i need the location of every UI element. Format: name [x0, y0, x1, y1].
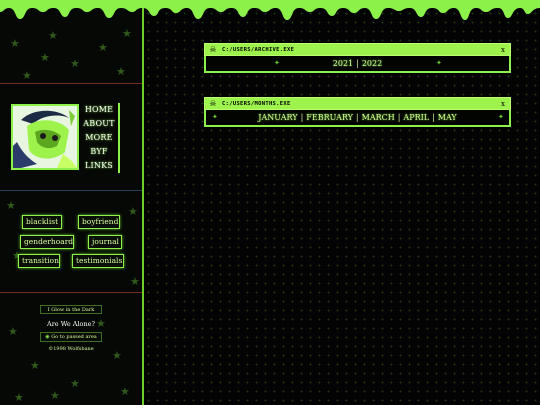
- star-icon: ★: [22, 69, 32, 82]
- avatar-illustration: [13, 106, 77, 168]
- sparkle-icon: ✦: [274, 59, 280, 67]
- copyright-text: ©1998 Wolfsbane: [48, 346, 94, 352]
- skull-icon: ☠: [209, 44, 217, 54]
- sidebar: ★ ★ ★ ★ ★ ★ ★ ★ ★ ★ ★ ★ ★ ★ ★ ★ ★ ★ ★ ★: [0, 0, 144, 405]
- star-icon: ★: [98, 41, 108, 54]
- window-body: ✦ ✦ 2021 | 2022: [204, 56, 511, 73]
- star-icon: ★: [48, 29, 58, 42]
- star-icon: ★: [8, 325, 18, 338]
- passed-area-badge[interactable]: ◉ Go to passed area: [40, 332, 102, 342]
- nav-links[interactable]: LINKS: [80, 159, 120, 173]
- window-titlebar[interactable]: ☠ C:/USERS/ARCHIVE.EXE x: [204, 43, 511, 56]
- year-link-2022[interactable]: 2022: [362, 59, 382, 68]
- window-title: C:/USERS/MONTHS.EXE: [222, 100, 291, 107]
- star-icon: ★: [14, 391, 24, 404]
- star-icon: ★: [120, 385, 130, 398]
- star-icon: ★: [6, 199, 16, 212]
- divider: [0, 83, 142, 84]
- tag-journal[interactable]: journal: [88, 235, 122, 249]
- nav-about[interactable]: ABOUT: [80, 117, 120, 131]
- nav-byf[interactable]: BYF: [80, 145, 120, 159]
- sparkle-icon: ✦: [436, 59, 442, 67]
- tag-genderhoard[interactable]: genderhoard: [20, 235, 74, 249]
- year-link-2021[interactable]: 2021: [333, 59, 353, 68]
- separator: |: [356, 59, 359, 68]
- divider: [0, 292, 142, 293]
- star-icon: ★: [130, 275, 140, 288]
- tag-transition[interactable]: transition: [18, 254, 60, 268]
- close-button[interactable]: x: [499, 46, 507, 54]
- month-link-march[interactable]: MARCH: [362, 113, 395, 122]
- tag-testimonials[interactable]: testimonials: [72, 254, 124, 268]
- are-we-alone-text: Are We Alone?: [47, 320, 95, 328]
- glow-badge[interactable]: I Glow in the Dark: [40, 305, 102, 314]
- month-link-january[interactable]: JANUARY: [258, 113, 297, 122]
- month-link-may[interactable]: MAY: [438, 113, 457, 122]
- separator: |: [432, 113, 435, 122]
- window-titlebar[interactable]: ☠ C:/USERS/MONTHS.EXE x: [204, 97, 511, 110]
- star-icon: ★: [40, 51, 50, 64]
- star-icon: ★: [70, 377, 80, 390]
- star-icon: ★: [116, 65, 126, 78]
- sparkle-icon: ✦: [498, 113, 504, 121]
- separator: |: [397, 113, 401, 122]
- tag-boyfriend[interactable]: boyfriend: [78, 215, 120, 229]
- archive-window: ☠ C:/USERS/ARCHIVE.EXE x ✦ ✦ 2021 | 2022: [204, 43, 511, 73]
- star-icon: ★: [122, 27, 132, 40]
- nav-home[interactable]: HOME: [80, 103, 120, 117]
- window-body: ✦ ✦ JANUARY | FEBRUARY | MARCH | APRIL |…: [204, 110, 511, 127]
- months-window: ☠ C:/USERS/MONTHS.EXE x ✦ ✦ JANUARY | FE…: [204, 97, 511, 127]
- main-nav: HOME ABOUT MORE BYF LINKS: [80, 103, 120, 173]
- nav-more[interactable]: MORE: [80, 131, 120, 145]
- separator: |: [355, 113, 359, 122]
- divider: [0, 190, 142, 191]
- star-icon: ★: [128, 205, 138, 218]
- month-link-february[interactable]: FEBRUARY: [306, 113, 353, 122]
- star-icon: ★: [30, 359, 40, 372]
- separator: |: [300, 113, 304, 122]
- star-icon: ★: [70, 57, 80, 70]
- close-button[interactable]: x: [499, 100, 507, 108]
- tag-blacklist[interactable]: blacklist: [22, 215, 62, 229]
- sparkle-icon: ✦: [212, 113, 218, 121]
- window-title: C:/USERS/ARCHIVE.EXE: [222, 46, 295, 53]
- star-icon: ★: [112, 349, 122, 362]
- star-icon: ★: [10, 37, 20, 50]
- profile-avatar: [11, 104, 79, 170]
- month-link-april[interactable]: APRIL: [403, 113, 429, 122]
- star-icon: ★: [50, 389, 60, 402]
- slime-drip-decoration: [0, 0, 540, 20]
- skull-icon: ☠: [209, 98, 217, 108]
- passed-area-text: Go to passed area: [51, 334, 97, 340]
- are-we-alone-badge[interactable]: Are We Alone?: [40, 319, 102, 330]
